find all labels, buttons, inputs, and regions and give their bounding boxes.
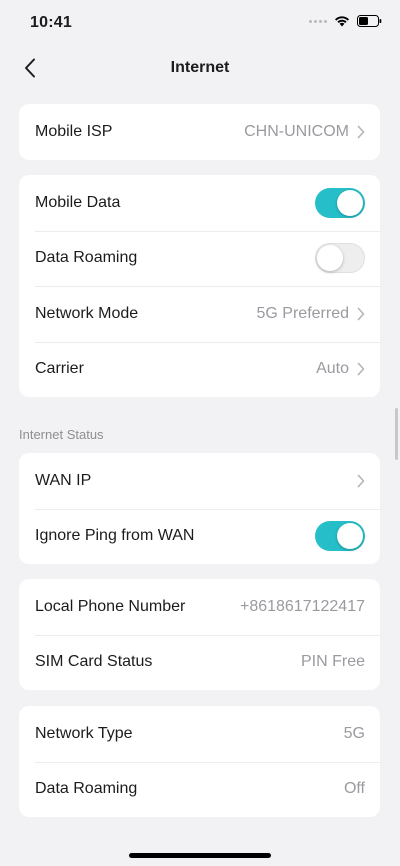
sim-status-value: PIN Free: [300, 653, 365, 671]
status-time: 10:41: [30, 14, 72, 31]
network-mode-label: Network Mode: [35, 304, 139, 322]
status-bar: 10:41: [0, 0, 400, 44]
sim-status-label: SIM Card Status: [35, 653, 153, 671]
phone-info-card: Local Phone Number +8618617122417 SIM Ca…: [19, 579, 380, 690]
chevron-right-icon: [357, 362, 365, 376]
mobile-isp-label: Mobile ISP: [35, 122, 113, 140]
ignore-ping-label: Ignore Ping from WAN: [35, 527, 195, 545]
roaming-status-value: Off: [343, 780, 365, 798]
roaming-status-row: Data Roaming Off: [19, 761, 380, 818]
roaming-status-label: Data Roaming: [35, 780, 138, 798]
local-phone-label: Local Phone Number: [35, 597, 186, 615]
isp-card: Mobile ISP CHN-UNICOM: [19, 104, 380, 160]
mobile-data-label: Mobile Data: [35, 193, 121, 211]
carrier-value: Auto: [316, 360, 349, 378]
data-roaming-row: Data Roaming: [19, 230, 380, 287]
ignore-ping-row: Ignore Ping from WAN: [19, 508, 380, 565]
ignore-ping-toggle[interactable]: [315, 521, 365, 552]
network-info-card: Network Type 5G Data Roaming Off: [19, 706, 380, 817]
chevron-right-icon: [357, 307, 365, 321]
wan-ip-label: WAN IP: [35, 471, 92, 489]
local-phone-row: Local Phone Number +8618617122417: [19, 579, 380, 635]
mobile-isp-value: CHN-UNICOM: [244, 122, 349, 140]
chevron-right-icon: [357, 125, 365, 139]
internet-status-card: WAN IP Ignore Ping from WAN: [19, 453, 380, 564]
data-roaming-label: Data Roaming: [35, 249, 138, 267]
network-mode-value: 5G Preferred: [256, 304, 349, 322]
local-phone-value: +8618617122417: [239, 597, 365, 615]
mobile-data-toggle[interactable]: [315, 187, 365, 218]
network-type-label: Network Type: [35, 724, 133, 742]
toggle-knob: [337, 189, 363, 216]
mobile-data-row: Mobile Data: [19, 175, 380, 231]
mobile-isp-row[interactable]: Mobile ISP CHN-UNICOM: [19, 104, 380, 160]
mobile-data-card: Mobile Data Data Roaming Network Mode 5G…: [19, 175, 380, 397]
section-label-internet-status: Internet Status: [19, 427, 104, 442]
carrier-label: Carrier: [35, 360, 84, 378]
cellular-signal-icon: [309, 19, 327, 23]
network-type-value: 5G: [343, 724, 365, 742]
status-icons: [309, 15, 382, 27]
wan-ip-row[interactable]: WAN IP: [19, 453, 380, 509]
page-title: Internet: [170, 59, 230, 76]
sim-status-row: SIM Card Status PIN Free: [19, 634, 380, 691]
wifi-icon: [334, 15, 350, 27]
scrollbar[interactable]: [395, 408, 398, 460]
network-type-row: Network Type 5G: [19, 706, 380, 762]
battery-icon: [357, 15, 382, 27]
carrier-row[interactable]: Carrier Auto: [19, 341, 380, 398]
chevron-right-icon: [357, 474, 365, 488]
home-indicator[interactable]: [129, 853, 271, 858]
network-mode-row[interactable]: Network Mode 5G Preferred: [19, 286, 380, 342]
toggle-knob: [337, 523, 363, 550]
navigation-bar: Internet: [0, 44, 400, 92]
toggle-knob: [317, 245, 343, 272]
data-roaming-toggle[interactable]: [315, 243, 365, 274]
